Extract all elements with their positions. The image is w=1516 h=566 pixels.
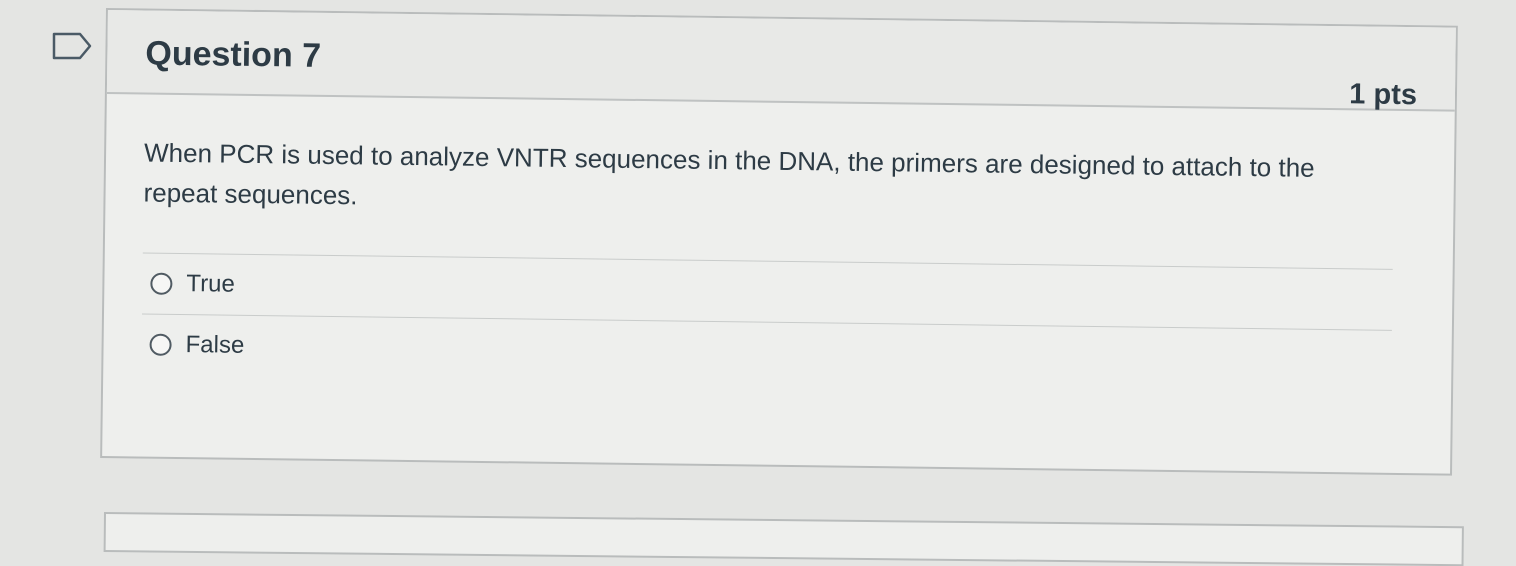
next-question-card <box>103 512 1464 566</box>
question-text: When PCR is used to analyze VNTR sequenc… <box>143 137 1315 211</box>
question-points: 1 pts <box>1349 78 1418 112</box>
radio-button-icon[interactable] <box>149 333 172 356</box>
question-title: Question 7 <box>145 34 322 75</box>
answer-list: True False <box>141 252 1393 391</box>
answer-label: False <box>185 331 245 359</box>
flag-question-icon[interactable] <box>52 32 92 60</box>
question-body: When PCR is used to analyze VNTR sequenc… <box>103 94 1455 392</box>
question-card: Question 7 1 pts When PCR is used to ana… <box>100 8 1458 476</box>
answer-label: True <box>186 270 236 298</box>
radio-button-icon[interactable] <box>150 272 173 295</box>
